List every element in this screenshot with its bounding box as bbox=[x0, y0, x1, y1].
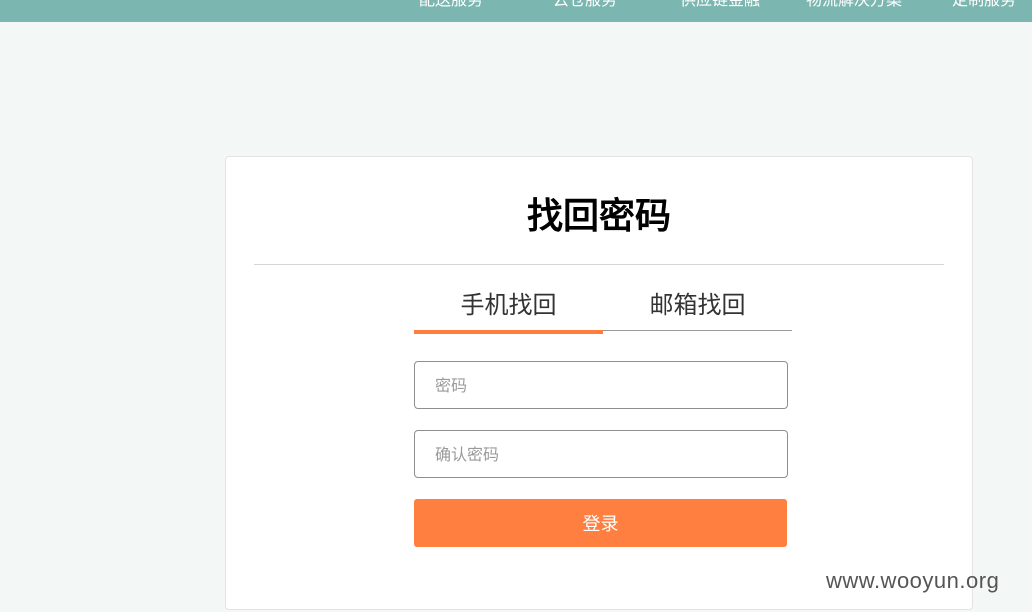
password-input[interactable] bbox=[414, 361, 788, 409]
tab-phone-recovery[interactable]: 手机找回 bbox=[414, 285, 603, 334]
top-nav-bar: 配送服务 云仓服务 供应链金融 物流解决方案 定制服务 bbox=[0, 0, 1032, 22]
tab-email-recovery[interactable]: 邮箱找回 bbox=[603, 285, 792, 331]
page-title: 找回密码 bbox=[526, 196, 671, 237]
nav-item-custom-service[interactable]: 定制服务 bbox=[952, 0, 1016, 14]
nav-item-logistics-solutions[interactable]: 物流解决方案 bbox=[806, 0, 902, 14]
title-divider bbox=[254, 264, 944, 265]
recover-password-card: 找回密码 手机找回 邮箱找回 登录 bbox=[225, 156, 973, 610]
nav-item-cloud-warehouse[interactable]: 云仓服务 bbox=[553, 0, 617, 14]
confirm-password-input[interactable] bbox=[414, 430, 788, 478]
nav-item-supply-chain-finance[interactable]: 供应链金融 bbox=[680, 0, 760, 14]
recovery-method-tabs: 手机找回 邮箱找回 bbox=[414, 285, 792, 334]
login-button[interactable]: 登录 bbox=[414, 499, 787, 547]
watermark: www.wooyun.org bbox=[826, 568, 1000, 593]
nav-item-delivery[interactable]: 配送服务 bbox=[419, 0, 483, 14]
